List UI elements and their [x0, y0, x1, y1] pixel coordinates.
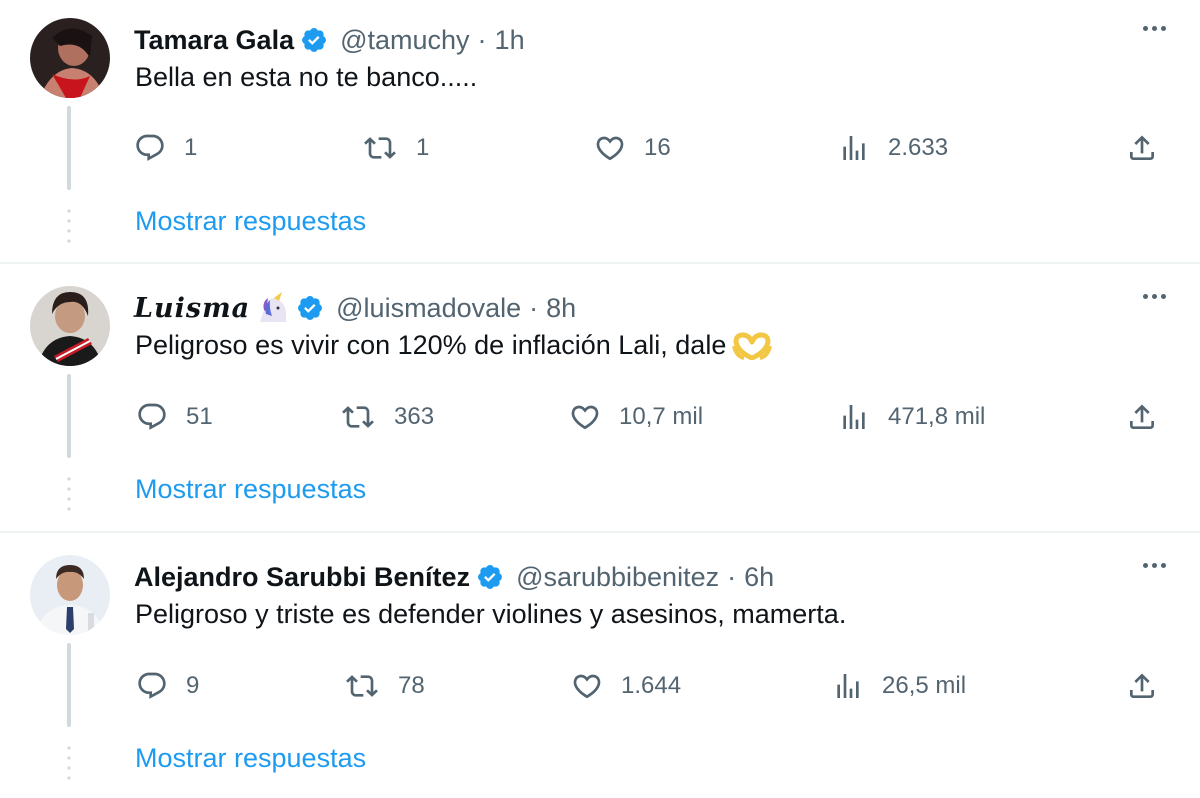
tweet-text-content: Bella en esta no te banco.....	[135, 62, 478, 92]
share-icon	[1126, 401, 1158, 433]
tweet-divider	[0, 262, 1200, 264]
views-button[interactable]: 2.633	[838, 132, 948, 164]
action-bar: 51 363 10,7 mil 471,8 mil	[0, 396, 1200, 436]
verified-badge-icon	[476, 563, 504, 591]
separator-dot: ·	[477, 24, 487, 55]
views-button[interactable]: 26,5 mil	[832, 670, 966, 702]
like-button[interactable]: 1.644	[571, 670, 681, 702]
retweet-count: 78	[398, 672, 425, 699]
views-icon	[832, 670, 864, 702]
tweet-alejandro-sarubbi[interactable]: Alejandro Sarubbi Benítez @sarubbibenite…	[0, 537, 1200, 798]
reply-icon	[134, 132, 166, 164]
verified-badge-icon	[296, 294, 324, 322]
timestamp[interactable]: 8h	[546, 293, 576, 324]
like-button[interactable]: 16	[594, 132, 671, 164]
tweet-header: Tamara Gala @tamuchy · 1h	[134, 20, 525, 60]
tweet-header: Alejandro Sarubbi Benítez @sarubbibenite…	[134, 557, 774, 597]
reply-icon	[136, 401, 168, 433]
more-dots-icon[interactable]	[1143, 294, 1166, 299]
show-replies-link[interactable]: Mostrar respuestas	[135, 206, 366, 237]
tweet-text-content: Peligroso es vivir con 120% de inflación…	[135, 330, 727, 360]
retweet-icon	[362, 132, 398, 164]
display-name[interactable]: Tamara Gala	[134, 25, 294, 56]
like-count: 1.644	[621, 672, 682, 699]
more-dots-icon[interactable]	[1143, 26, 1166, 31]
thread-dots	[67, 206, 71, 246]
retweet-icon	[344, 670, 380, 702]
reply-count: 51	[186, 403, 213, 430]
share-icon	[1126, 132, 1158, 164]
separator-dot: ·	[727, 561, 737, 592]
like-button[interactable]: 10,7 mil	[569, 401, 703, 433]
share-button[interactable]	[1126, 132, 1158, 169]
tweet-text: Peligroso es vivir con 120% de inflación…	[135, 330, 773, 361]
reply-count: 9	[186, 672, 200, 699]
views-count: 471,8 mil	[888, 403, 986, 430]
retweet-button[interactable]: 78	[344, 670, 425, 702]
like-count: 10,7 mil	[619, 403, 704, 430]
retweet-count: 1	[416, 134, 430, 161]
thread-dots	[67, 743, 71, 783]
handle[interactable]: @luismadovale	[336, 293, 521, 324]
tweet-luisma[interactable]: Luisma @luismadovale · 8h Peligroso es v…	[0, 268, 1200, 536]
handle[interactable]: @tamuchy	[340, 25, 469, 56]
heart-hands-emoji-icon	[732, 332, 773, 360]
heart-icon	[594, 132, 626, 164]
reply-button[interactable]: 51	[136, 401, 213, 433]
heart-icon	[569, 401, 601, 433]
timestamp[interactable]: 6h	[744, 562, 774, 593]
handle[interactable]: @sarubbibenitez	[516, 562, 719, 593]
show-replies-link[interactable]: Mostrar respuestas	[135, 743, 366, 774]
reply-button[interactable]: 1	[134, 132, 197, 164]
action-bar: 9 78 1.644 26,5 mil	[0, 665, 1200, 705]
show-replies-link[interactable]: Mostrar respuestas	[135, 474, 366, 505]
display-name[interactable]: Luisma	[134, 293, 250, 324]
reply-button[interactable]: 9	[136, 670, 199, 702]
verified-badge-icon	[300, 26, 328, 54]
separator-dot: ·	[529, 292, 539, 323]
more-dots-icon[interactable]	[1143, 563, 1166, 568]
tweet-text-content: Peligroso y triste es defender violines …	[135, 599, 847, 629]
avatar[interactable]	[30, 286, 110, 366]
views-count: 2.633	[888, 134, 949, 161]
retweet-count: 363	[394, 403, 435, 430]
tweet-header: Luisma @luismadovale · 8h	[134, 288, 576, 328]
reply-icon	[136, 670, 168, 702]
avatar[interactable]	[30, 555, 110, 635]
tweet-divider	[0, 531, 1200, 533]
share-icon	[1126, 670, 1158, 702]
share-button[interactable]	[1126, 401, 1158, 438]
like-count: 16	[644, 134, 671, 161]
retweet-button[interactable]: 1	[362, 132, 429, 164]
tweet-text: Peligroso y triste es defender violines …	[135, 599, 846, 630]
reply-count: 1	[184, 134, 198, 161]
thread-dots	[67, 474, 71, 514]
share-button[interactable]	[1126, 670, 1158, 707]
retweet-button[interactable]: 363	[340, 401, 434, 433]
views-count: 26,5 mil	[882, 672, 967, 699]
views-button[interactable]: 471,8 mil	[838, 401, 985, 433]
tweet-tamara-gala[interactable]: Tamara Gala @tamuchy · 1h Bella en esta …	[0, 0, 1200, 268]
unicorn-emoji-icon	[256, 292, 290, 324]
display-name[interactable]: Alejandro Sarubbi Benítez	[134, 562, 470, 593]
tweet-text: Bella en esta no te banco.....	[135, 62, 477, 93]
avatar[interactable]	[30, 18, 110, 98]
views-icon	[838, 132, 870, 164]
retweet-icon	[340, 401, 376, 433]
views-icon	[838, 401, 870, 433]
action-bar: 1 1 16 2.633	[0, 128, 1200, 168]
heart-icon	[571, 670, 603, 702]
timestamp[interactable]: 1h	[495, 25, 525, 56]
